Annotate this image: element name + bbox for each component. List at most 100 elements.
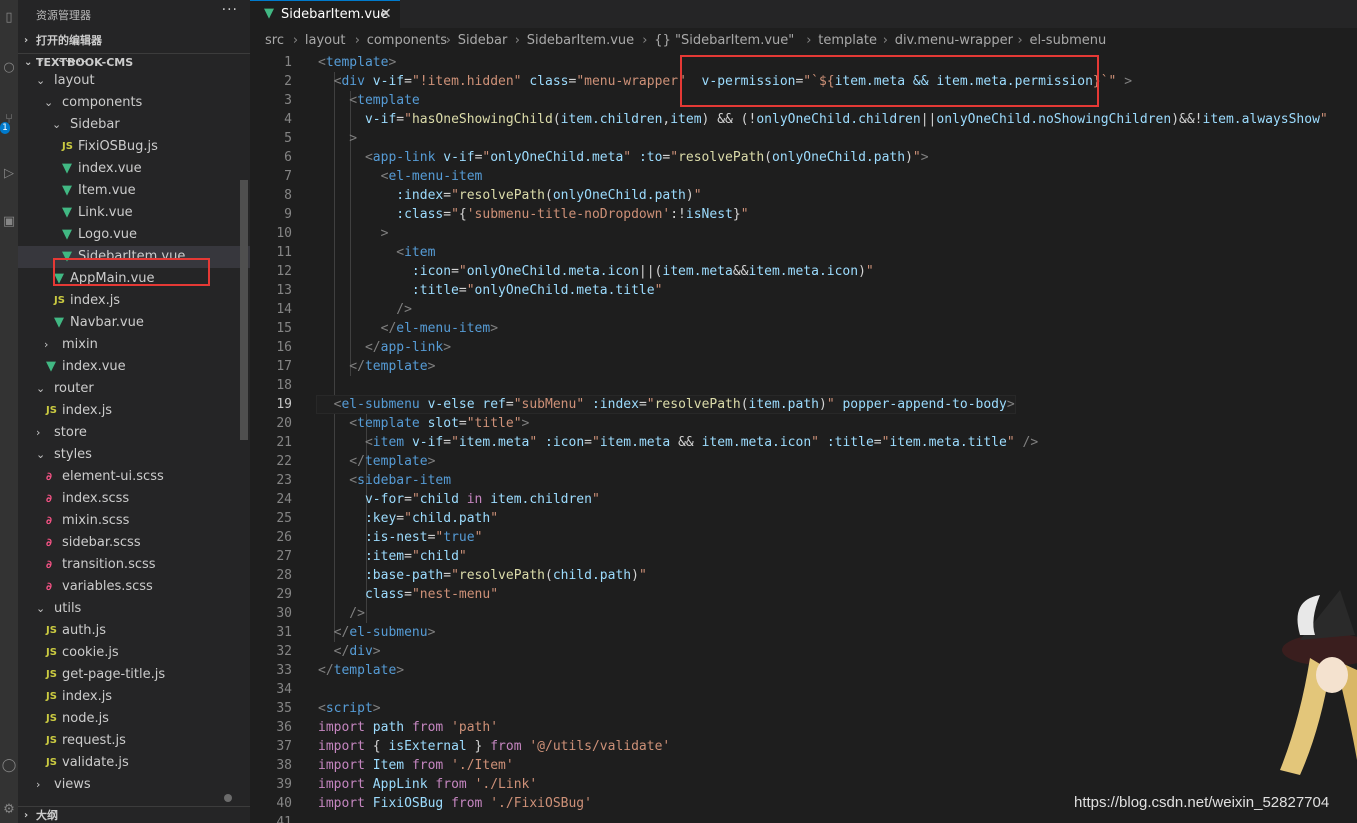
code-token: :item (364, 549, 405, 564)
breadcrumb-separator-icon: › (642, 33, 648, 48)
code-token: </ (318, 359, 365, 374)
line-number: 20 (276, 416, 292, 431)
line-content: :is-nest="true" (318, 528, 482, 547)
code-token: popper-append-to-body (842, 397, 1007, 412)
breadcrumb-item[interactable]: {} "SidebarItem.vue" (654, 30, 794, 52)
file-tree-item[interactable]: JS cookie.js (18, 642, 250, 664)
file-tree-item[interactable]: ⌄ router (18, 378, 250, 400)
tab-sidebaritem-vue[interactable]: ▼ SidebarItem.vue ✕ (250, 0, 400, 28)
file-tree-item[interactable]: ⌄ components (18, 92, 250, 114)
file-tree-item[interactable]: JS index.js (18, 686, 250, 708)
file-tree-item[interactable]: JS get-page-title.js (18, 664, 250, 686)
file-tree-item[interactable]: JS index.js (18, 290, 250, 312)
file-tree-item[interactable]: ∂ variables.scss (18, 576, 250, 598)
code-token: ( (545, 188, 553, 203)
breadcrumb-item[interactable]: src (265, 30, 284, 52)
file-tree-label: index.js (70, 293, 121, 308)
code-token: = (638, 397, 647, 412)
file-tree-item[interactable]: ▼ Logo.vue (18, 224, 250, 246)
code-token: ) && (! (701, 112, 757, 127)
breadcrumb-item[interactable]: el-submenu (1030, 30, 1107, 52)
file-tree-item[interactable]: ∂ index.scss (18, 488, 250, 510)
breadcrumb-item[interactable]: components (367, 30, 447, 52)
file-tree-item[interactable]: ▼ index.vue (18, 356, 250, 378)
line-number: 2 (284, 74, 292, 89)
chevron-right-icon: › (24, 35, 29, 46)
account-icon[interactable]: ◯ (0, 756, 18, 776)
line-number: 22 (276, 454, 292, 469)
scss-file-icon: ∂ (46, 580, 52, 593)
breadcrumb-item[interactable]: template (818, 30, 877, 52)
file-tree-item[interactable]: ▼ Link.vue (18, 202, 250, 224)
code-editor[interactable]: 1 <template> 2 <div v-if="!item.hidden" cl… (250, 53, 1357, 823)
code-token: item.children (560, 112, 663, 127)
code-token: './Item' (451, 758, 514, 773)
file-tree-item[interactable]: JS request.js (18, 730, 250, 752)
file-tree-item[interactable]: ∂ mixin.scss (18, 510, 250, 532)
open-editors-section[interactable]: › 打开的编辑器 (18, 30, 250, 52)
breadcrumb-item[interactable]: layout (305, 30, 346, 52)
file-tree-item[interactable]: ⌄ styles (18, 444, 250, 466)
chevron-down-icon: ⌄ (44, 96, 54, 109)
file-tree-item[interactable]: JS validate.js (18, 752, 250, 774)
code-token: resolvePath (654, 397, 741, 412)
code-token: :index (396, 188, 444, 203)
vue-file-icon: ▼ (62, 227, 72, 242)
run-debug-icon[interactable]: ▷ (0, 164, 18, 184)
file-tree-item[interactable]: ∂ transition.scss (18, 554, 250, 576)
line-number: 31 (276, 625, 292, 640)
code-token: > (1006, 397, 1015, 412)
breadcrumb-item[interactable]: SidebarItem.vue (527, 30, 634, 52)
outline-section[interactable]: › 大纲 (18, 806, 250, 823)
file-tree-item[interactable]: ⌄ layout (18, 70, 250, 92)
file-tree-item[interactable]: JS node.js (18, 708, 250, 730)
file-tree-item[interactable]: ⌄ Sidebar (18, 114, 250, 136)
file-tree-item[interactable]: › store (18, 422, 250, 444)
file-tree-item[interactable]: › mixin (18, 334, 250, 356)
search-icon[interactable]: ○ (0, 58, 18, 78)
scss-file-icon: ∂ (46, 536, 52, 549)
file-tree-item[interactable]: ∂ element-ui.scss (18, 466, 250, 488)
line-content: import AppLink from './Link' (318, 775, 537, 794)
file-tree-item[interactable]: ▼ Item.vue (18, 180, 250, 202)
breadcrumb-item[interactable]: Sidebar (458, 30, 508, 52)
breadcrumb-separator-icon: › (514, 33, 520, 48)
extensions-icon[interactable]: ▣ (0, 212, 18, 232)
line-content: </app-link> (318, 338, 451, 357)
code-token: from (411, 720, 444, 735)
vue-file-icon: ▼ (62, 183, 72, 198)
file-tree-item[interactable]: JS index.js (18, 400, 250, 422)
code-token: " (451, 435, 459, 450)
file-tree-item[interactable]: ▼ index.vue (18, 158, 250, 180)
file-tree-item[interactable]: ∂ sidebar.scss (18, 532, 250, 554)
breadcrumb-item[interactable]: div.menu-wrapper (895, 30, 1013, 52)
explorer-icon[interactable]: ▯ (0, 8, 18, 28)
close-icon[interactable]: ✕ (380, 6, 392, 22)
file-tree-item[interactable]: › views (18, 774, 250, 796)
file-tree-item[interactable]: ⌄ icons (18, 60, 250, 70)
code-token: resolvePath (458, 188, 545, 203)
code-token: isNest (685, 207, 733, 222)
code-token: item.meta.title (889, 435, 1007, 450)
js-file-icon: JS (46, 405, 57, 416)
file-tree-label: index.scss (62, 491, 130, 506)
sidebar-scrollbar[interactable] (240, 180, 248, 440)
file-tree-item[interactable]: JS auth.js (18, 620, 250, 642)
code-token: template (333, 663, 397, 678)
settings-gear-icon[interactable]: ⚙ (0, 800, 18, 820)
file-tree-item[interactable]: ⌄ utils (18, 598, 250, 620)
file-tree-item[interactable]: JS FixiOSBug.js (18, 136, 250, 158)
code-token: " (411, 492, 420, 507)
code-token: || (920, 112, 937, 127)
file-tree-item[interactable]: ▼ Navbar.vue (18, 312, 250, 334)
code-token: " (458, 549, 467, 564)
line-number: 5 (284, 131, 292, 146)
more-actions-icon[interactable]: ··· (222, 2, 238, 18)
code-line: 18 (250, 376, 1357, 395)
scss-file-icon: ∂ (46, 470, 52, 483)
code-token: " (623, 150, 632, 165)
